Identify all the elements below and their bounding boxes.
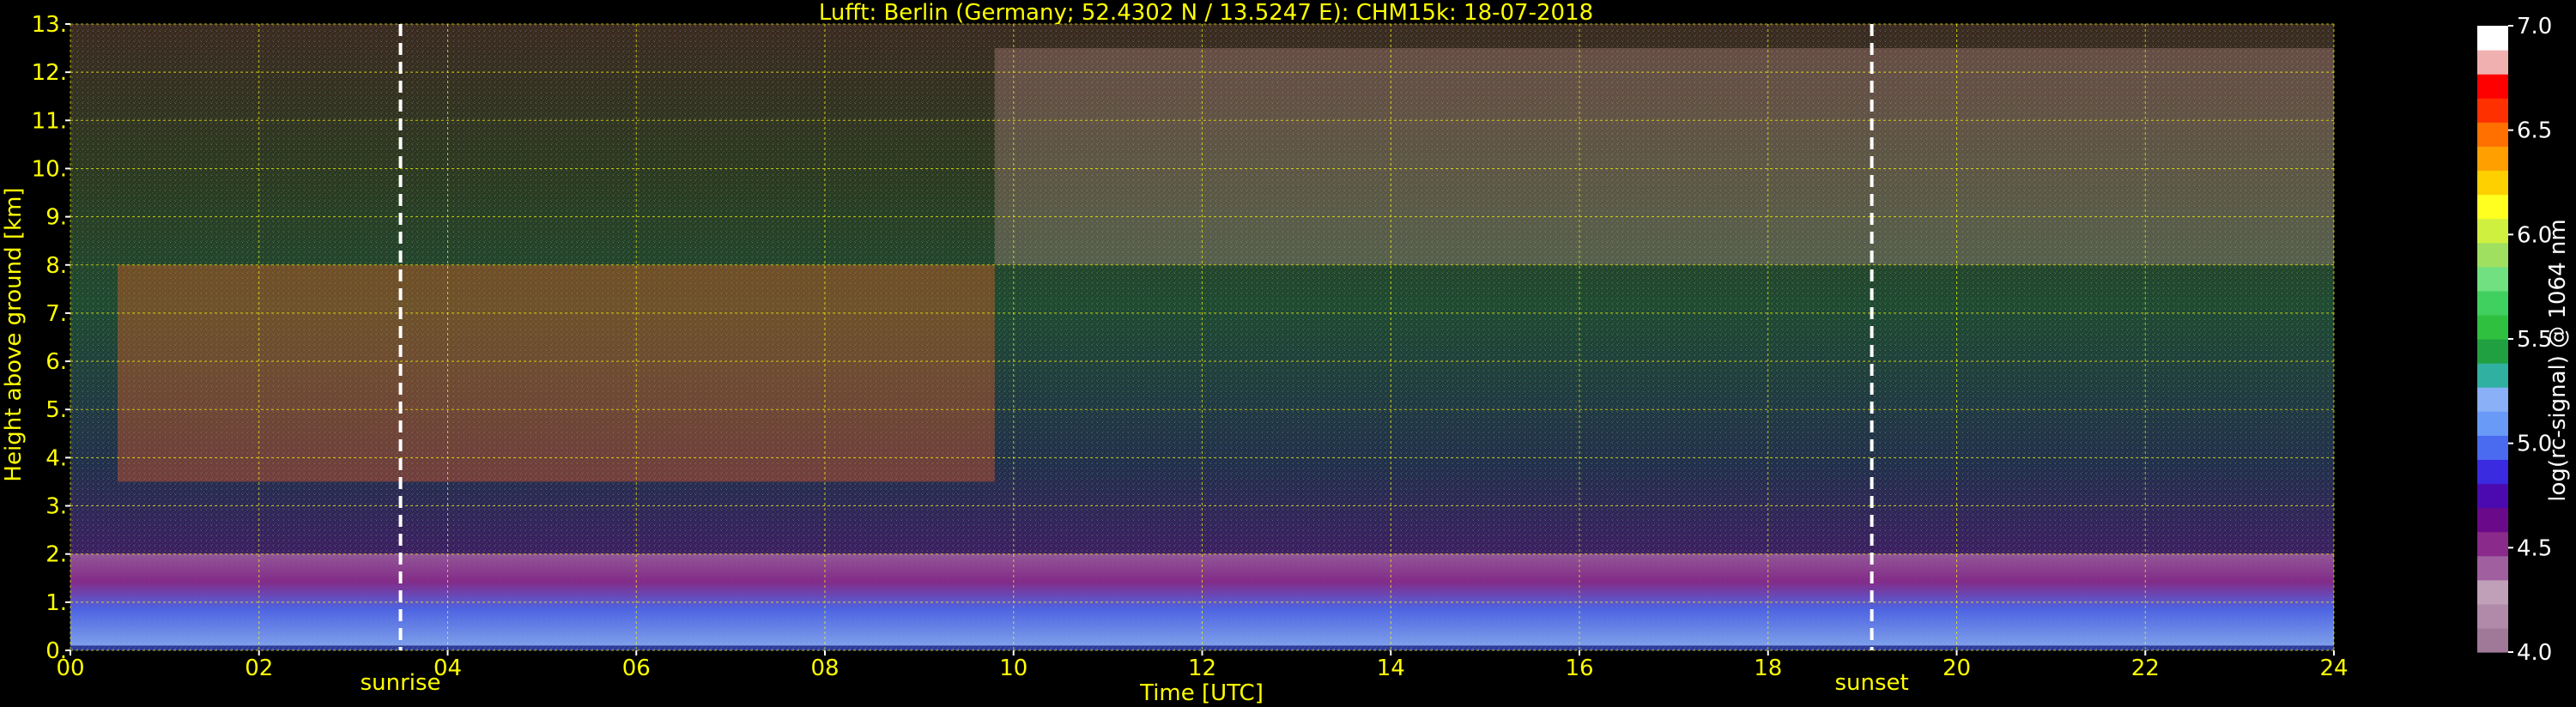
y-tick-label: 9. bbox=[45, 205, 67, 231]
y-tick-label: 0. bbox=[45, 638, 67, 664]
ceilometer-chart: Lufft: Berlin (Germany; 52.4302 N / 13.5… bbox=[1, 0, 2571, 706]
colorbar-segment bbox=[2477, 363, 2508, 388]
colorbar-segment bbox=[2477, 122, 2508, 147]
colorbar-segment bbox=[2477, 507, 2508, 533]
y-tick-label: 6. bbox=[45, 349, 67, 375]
colorbar-segment bbox=[2477, 290, 2508, 316]
colorbar-label: log(rc-signal) @ 1064 nm bbox=[2545, 219, 2571, 501]
chart-title: Lufft: Berlin (Germany; 52.4302 N / 13.5… bbox=[819, 0, 1593, 26]
colorbar-tick-label: 4.0 bbox=[2517, 640, 2552, 666]
colorbar-segment bbox=[2477, 531, 2508, 557]
x-tick-label: 24 bbox=[2319, 656, 2348, 681]
x-tick-label: 04 bbox=[433, 656, 462, 681]
colorbar-segment bbox=[2477, 603, 2508, 629]
colorbar-segments bbox=[2477, 26, 2508, 653]
colorbar-segment bbox=[2477, 26, 2508, 51]
colorbar-segment bbox=[2477, 411, 2508, 436]
x-tick-label: 22 bbox=[2131, 656, 2160, 681]
colorbar: 4.04.55.05.56.06.57.0 log(rc-signal) @ 1… bbox=[2477, 14, 2571, 666]
marker-label: sunrise bbox=[361, 670, 441, 696]
x-tick-label: 08 bbox=[810, 656, 839, 681]
y-tick-label: 11. bbox=[32, 108, 67, 134]
feature-region bbox=[117, 264, 995, 482]
y-axis-label: Height above ground [km] bbox=[1, 187, 27, 481]
y-tick-label: 8. bbox=[45, 253, 67, 279]
colorbar-segment bbox=[2477, 146, 2508, 172]
colorbar-segment bbox=[2477, 98, 2508, 123]
x-tick-label: 18 bbox=[1754, 656, 1782, 681]
colorbar-tick-label: 7.0 bbox=[2517, 14, 2552, 39]
y-tick-label: 3. bbox=[45, 494, 67, 520]
y-tick-label: 12. bbox=[32, 60, 67, 86]
colorbar-segment bbox=[2477, 314, 2508, 340]
colorbar-segment bbox=[2477, 50, 2508, 75]
colorbar-segment bbox=[2477, 218, 2508, 244]
colorbar-segment bbox=[2477, 555, 2508, 581]
colorbar-segment bbox=[2477, 170, 2508, 196]
colorbar-segment bbox=[2477, 627, 2508, 653]
x-tick-label: 10 bbox=[999, 656, 1027, 681]
y-axis: 0. 1. 2. 3. 4. 5. 6. 7. 8. 9. 10. 11. 12. 13. bbox=[32, 12, 70, 664]
x-tick-label: 16 bbox=[1565, 656, 1593, 681]
x-tick-label: 12 bbox=[1188, 656, 1216, 681]
y-tick-label: 2. bbox=[45, 542, 67, 568]
y-tick-label: 4. bbox=[45, 445, 67, 471]
plot-area: sunrise sunset bbox=[70, 23, 2335, 696]
marker-label: sunset bbox=[1834, 670, 1908, 696]
x-tick-label: 14 bbox=[1377, 656, 1405, 681]
colorbar-segment bbox=[2477, 579, 2508, 605]
colorbar-segment bbox=[2477, 459, 2508, 485]
x-axis-label: Time [UTC] bbox=[1139, 680, 1264, 706]
x-tick-label: 20 bbox=[1943, 656, 1971, 681]
colorbar-segment bbox=[2477, 194, 2508, 220]
colorbar-segment bbox=[2477, 435, 2508, 460]
colorbar-segment bbox=[2477, 483, 2508, 509]
colorbar-segment bbox=[2477, 387, 2508, 412]
colorbar-segment bbox=[2477, 242, 2508, 268]
x-tick-label: 06 bbox=[622, 656, 651, 681]
colorbar-segment bbox=[2477, 266, 2508, 292]
y-tick-label: 10. bbox=[32, 156, 67, 182]
colorbar-segment bbox=[2477, 74, 2508, 99]
colorbar-segment bbox=[2477, 339, 2508, 364]
y-tick-label: 1. bbox=[45, 590, 67, 616]
x-tick-label: 02 bbox=[245, 656, 273, 681]
y-tick-label: 7. bbox=[45, 301, 67, 327]
colorbar-tick-label: 4.5 bbox=[2517, 535, 2552, 561]
y-tick-label: 13. bbox=[32, 12, 67, 38]
feature-region bbox=[994, 48, 2334, 265]
y-tick-label: 5. bbox=[45, 397, 67, 423]
colorbar-tick-label: 6.5 bbox=[2517, 118, 2552, 144]
